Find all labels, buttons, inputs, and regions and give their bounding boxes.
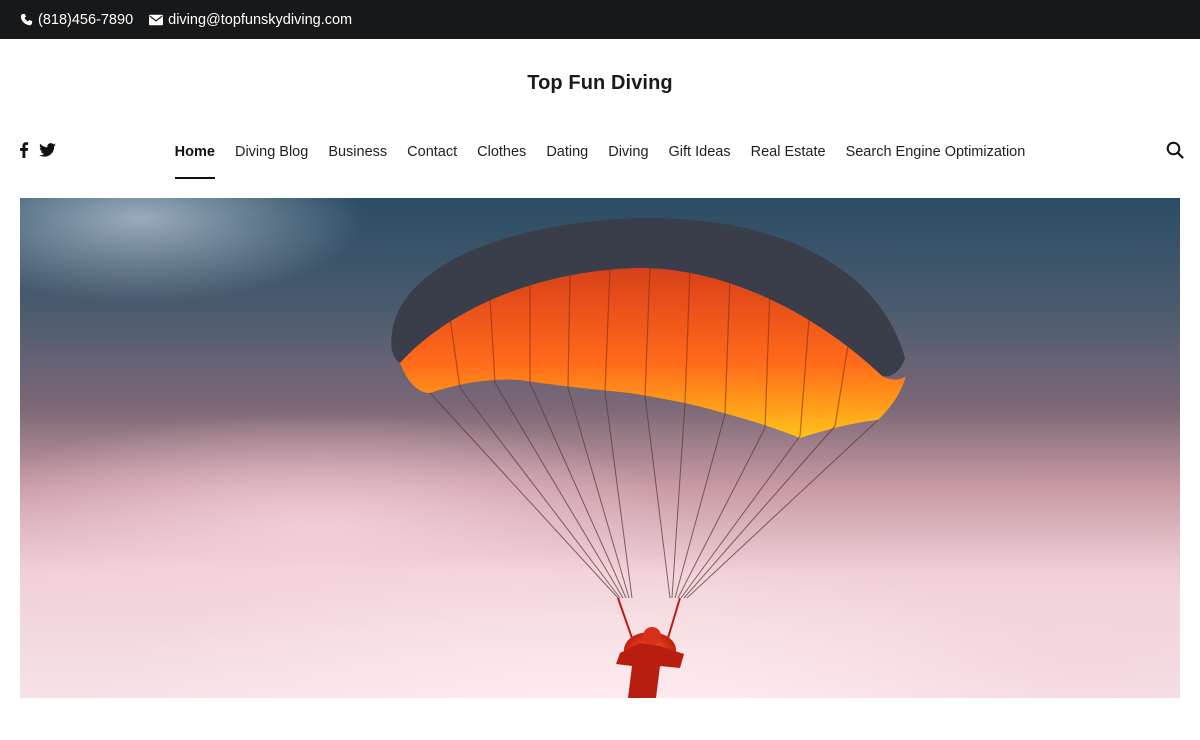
- search-icon: [1166, 141, 1184, 159]
- site-header: Top Fun Diving: [0, 39, 1200, 127]
- envelope-icon: [149, 14, 164, 25]
- nav-item-contact[interactable]: Contact: [397, 127, 467, 179]
- nav-item-clothes[interactable]: Clothes: [467, 127, 536, 179]
- phone-icon: [20, 13, 33, 26]
- nav-item-diving[interactable]: Diving: [598, 127, 658, 179]
- nav-item-search-engine-optimization[interactable]: Search Engine Optimization: [836, 127, 1036, 179]
- nav-item-business[interactable]: Business: [318, 127, 397, 179]
- phone-contact[interactable]: (818)456-7890: [20, 12, 133, 28]
- main-menu: Home Diving Blog Business Contact Clothe…: [0, 127, 1200, 179]
- parachute-image: [391, 217, 906, 698]
- site-title[interactable]: Top Fun Diving: [527, 72, 672, 95]
- phone-number: (818)456-7890: [38, 11, 134, 28]
- navigation-row: Home Diving Blog Business Contact Clothe…: [0, 127, 1200, 179]
- top-bar: (818)456-7890 diving@topfunskydiving.com: [0, 0, 1200, 39]
- nav-item-dating[interactable]: Dating: [536, 127, 598, 179]
- nav-item-home[interactable]: Home: [165, 127, 225, 179]
- email-address: diving@topfunskydiving.com: [168, 11, 353, 28]
- nav-item-real-estate[interactable]: Real Estate: [741, 127, 836, 179]
- nav-item-gift-ideas[interactable]: Gift Ideas: [659, 127, 741, 179]
- email-contact[interactable]: diving@topfunskydiving.com: [149, 12, 352, 28]
- search-button[interactable]: [1166, 141, 1184, 159]
- hero-banner[interactable]: [20, 198, 1180, 698]
- nav-item-diving-blog[interactable]: Diving Blog: [225, 127, 318, 179]
